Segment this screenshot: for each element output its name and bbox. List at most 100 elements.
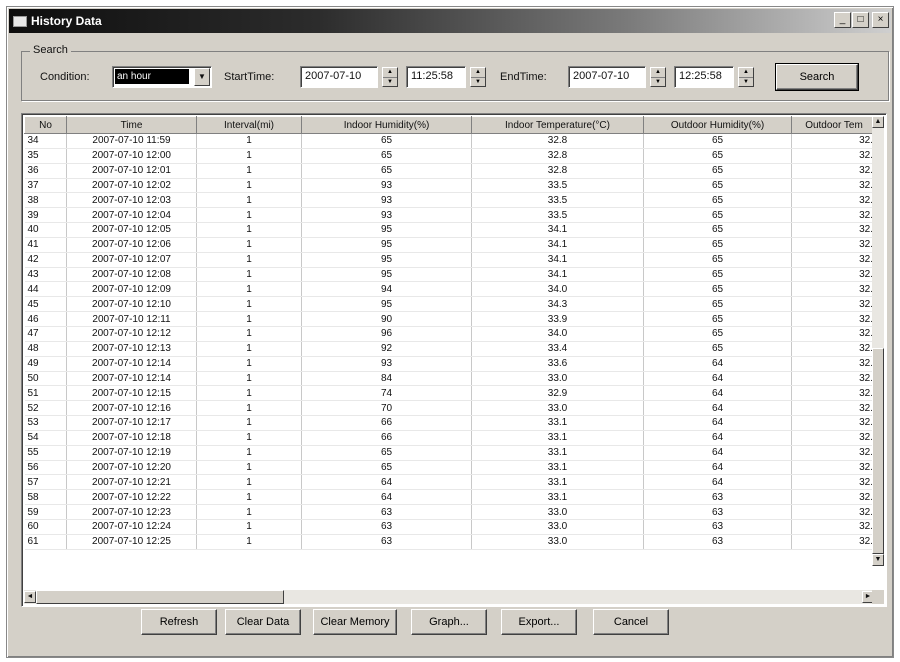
- cell-interval: 1: [196, 504, 302, 520]
- cancel-button[interactable]: Cancel: [593, 609, 669, 635]
- cell-outdoor-humidity: 63: [643, 519, 792, 535]
- cell-no: 49: [24, 356, 67, 372]
- title-bar[interactable]: History Data _ □ ×: [9, 9, 891, 33]
- cell-outdoor-humidity: 63: [643, 504, 792, 520]
- cell-interval: 1: [196, 400, 302, 417]
- table-row[interactable]: 40 2007-07-10 12:05 1 95 34.1 65 32.: [24, 222, 877, 238]
- start-date-field[interactable]: 2007-07-10: [300, 66, 378, 88]
- table-row[interactable]: 43 2007-07-10 12:08 1 95 34.1 65 32.: [24, 267, 877, 283]
- start-time-field[interactable]: 11:25:58: [406, 66, 466, 88]
- cell-outdoor-temperature: 32.: [791, 237, 877, 253]
- cell-outdoor-temperature: 32.: [791, 445, 877, 461]
- table-row[interactable]: 55 2007-07-10 12:19 1 65 33.1 64 32.: [24, 445, 877, 461]
- table-row[interactable]: 47 2007-07-10 12:12 1 96 34.0 65 32.: [24, 326, 877, 342]
- cell-indoor-temperature: 34.1: [471, 252, 644, 268]
- cell-indoor-temperature: 34.1: [471, 267, 644, 283]
- end-time-field[interactable]: 12:25:58: [674, 66, 734, 88]
- table-row[interactable]: 61 2007-07-10 12:25 1 63 33.0 63 32.: [24, 534, 877, 550]
- minimize-button[interactable]: _: [834, 12, 851, 28]
- horizontal-scrollbar[interactable]: ◄ ►: [24, 590, 874, 604]
- column-header[interactable]: Interval(mi): [196, 116, 302, 134]
- table-row[interactable]: 42 2007-07-10 12:07 1 95 34.1 65 32.: [24, 252, 877, 268]
- column-header[interactable]: Time: [66, 116, 197, 134]
- table-row[interactable]: 37 2007-07-10 12:02 1 93 33.5 65 32.: [24, 178, 877, 194]
- cell-time: 2007-07-10 12:25: [66, 534, 197, 550]
- table-row[interactable]: 41 2007-07-10 12:06 1 95 34.1 65 32.: [24, 237, 877, 253]
- vertical-scroll-thumb[interactable]: [872, 348, 884, 554]
- table-row[interactable]: 51 2007-07-10 12:15 1 74 32.9 64 32.: [24, 385, 877, 402]
- spin-up-icon[interactable]: ▲: [383, 68, 397, 77]
- cell-indoor-temperature: 32.8: [471, 148, 644, 164]
- cell-time: 2007-07-10 12:11: [66, 311, 197, 327]
- cell-indoor-temperature: 34.1: [471, 237, 644, 253]
- table-row[interactable]: 49 2007-07-10 12:14 1 93 33.6 64 32.: [24, 356, 877, 372]
- end-time-spinner[interactable]: ▲ ▼: [738, 67, 754, 87]
- table-row[interactable]: 39 2007-07-10 12:04 1 93 33.5 65 32.: [24, 207, 877, 224]
- refresh-button[interactable]: Refresh: [141, 609, 217, 635]
- cell-no: 45: [24, 296, 67, 313]
- start-date-spinner[interactable]: ▲ ▼: [382, 67, 398, 87]
- spin-up-icon[interactable]: ▲: [739, 68, 753, 77]
- table-row[interactable]: 46 2007-07-10 12:11 1 90 33.9 65 32.: [24, 311, 877, 327]
- cell-outdoor-humidity: 64: [643, 356, 792, 372]
- start-time-spinner[interactable]: ▲ ▼: [470, 67, 486, 87]
- scroll-up-icon[interactable]: ▲: [872, 116, 884, 128]
- spin-down-icon[interactable]: ▼: [471, 77, 485, 86]
- cell-no: 35: [24, 148, 67, 164]
- table-row[interactable]: 58 2007-07-10 12:22 1 64 33.1 63 32.: [24, 489, 877, 506]
- cell-outdoor-temperature: 32.: [791, 163, 877, 179]
- table-row[interactable]: 52 2007-07-10 12:16 1 70 33.0 64 32.: [24, 400, 877, 417]
- table-row[interactable]: 54 2007-07-10 12:18 1 66 33.1 64 32.: [24, 430, 877, 446]
- cell-interval: 1: [196, 371, 302, 387]
- column-header[interactable]: Indoor Temperature(°C): [471, 116, 644, 134]
- spin-up-icon[interactable]: ▲: [651, 68, 665, 77]
- cell-indoor-humidity: 70: [301, 400, 472, 417]
- scroll-down-icon[interactable]: ▼: [872, 554, 884, 566]
- table-row[interactable]: 56 2007-07-10 12:20 1 65 33.1 64 32.: [24, 460, 877, 476]
- maximize-button[interactable]: □: [852, 12, 869, 28]
- spin-down-icon[interactable]: ▼: [739, 77, 753, 86]
- cell-no: 57: [24, 474, 67, 491]
- table-row[interactable]: 34 2007-07-10 11:59 1 65 32.8 65 32.: [24, 133, 877, 149]
- column-header[interactable]: Outdoor Tem: [791, 116, 877, 134]
- table-row[interactable]: 38 2007-07-10 12:03 1 93 33.5 65 32.: [24, 192, 877, 209]
- search-button[interactable]: Search: [775, 63, 859, 91]
- condition-combobox[interactable]: an hour ▼: [112, 66, 212, 88]
- vertical-scrollbar[interactable]: ▲ ▼: [872, 116, 884, 566]
- close-button[interactable]: ×: [872, 12, 889, 28]
- table-row[interactable]: 48 2007-07-10 12:13 1 92 33.4 65 32.: [24, 341, 877, 357]
- cell-indoor-temperature: 33.0: [471, 371, 644, 387]
- table-row[interactable]: 50 2007-07-10 12:14 1 84 33.0 64 32.: [24, 371, 877, 387]
- table-row[interactable]: 57 2007-07-10 12:21 1 64 33.1 64 32.: [24, 474, 877, 491]
- table-row[interactable]: 45 2007-07-10 12:10 1 95 34.3 65 32.: [24, 296, 877, 313]
- history-data-grid[interactable]: No Time Interval(mi) Indoor Humidity(%) Indo…: [21, 113, 887, 607]
- table-row[interactable]: 35 2007-07-10 12:00 1 65 32.8 65 32.: [24, 148, 877, 164]
- end-date-spinner[interactable]: ▲ ▼: [650, 67, 666, 87]
- column-header[interactable]: No: [24, 116, 67, 134]
- table-row[interactable]: 53 2007-07-10 12:17 1 66 33.1 64 32.: [24, 415, 877, 431]
- clear-data-button[interactable]: Clear Data: [225, 609, 301, 635]
- cell-time: 2007-07-10 12:24: [66, 519, 197, 535]
- horizontal-scroll-thumb[interactable]: [36, 590, 284, 604]
- table-row[interactable]: 59 2007-07-10 12:23 1 63 33.0 63 32.: [24, 504, 877, 520]
- cell-indoor-temperature: 33.0: [471, 504, 644, 520]
- spin-down-icon[interactable]: ▼: [383, 77, 397, 86]
- graph-button[interactable]: Graph...: [411, 609, 487, 635]
- table-row[interactable]: 60 2007-07-10 12:24 1 63 33.0 63 32.: [24, 519, 877, 535]
- cell-outdoor-humidity: 65: [643, 207, 792, 224]
- end-date-field[interactable]: 2007-07-10: [568, 66, 646, 88]
- dropdown-arrow-icon[interactable]: ▼: [194, 68, 210, 86]
- spin-down-icon[interactable]: ▼: [651, 77, 665, 86]
- column-header[interactable]: Outdoor Humidity(%): [643, 116, 792, 134]
- cell-time: 2007-07-10 12:22: [66, 489, 197, 506]
- clear-memory-button[interactable]: Clear Memory: [313, 609, 397, 635]
- table-row[interactable]: 36 2007-07-10 12:01 1 65 32.8 65 32.: [24, 163, 877, 179]
- cell-indoor-temperature: 33.1: [471, 445, 644, 461]
- spin-up-icon[interactable]: ▲: [471, 68, 485, 77]
- scroll-left-icon[interactable]: ◄: [24, 591, 36, 603]
- export-button[interactable]: Export...: [501, 609, 577, 635]
- column-header[interactable]: Indoor Humidity(%): [301, 116, 472, 134]
- cell-outdoor-temperature: 32.: [791, 371, 877, 387]
- table-row[interactable]: 44 2007-07-10 12:09 1 94 34.0 65 32.: [24, 281, 877, 298]
- cell-no: 59: [24, 504, 67, 520]
